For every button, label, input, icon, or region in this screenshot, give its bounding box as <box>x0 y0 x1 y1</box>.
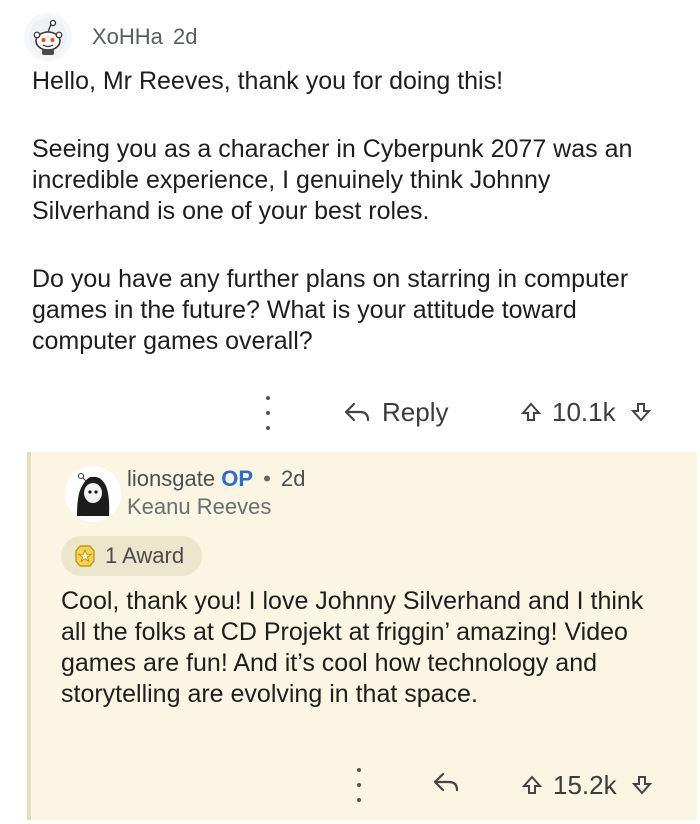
user-avatar-icon[interactable] <box>65 466 121 522</box>
comment-paragraph: Do you have any further plans on starrin… <box>32 265 629 355</box>
score: 10.1k <box>552 396 616 427</box>
vote-controls: 10.1k <box>520 393 652 431</box>
comment-age: 2d <box>173 24 198 49</box>
award-label: 1 Award <box>105 543 185 568</box>
reply-button[interactable]: Reply <box>342 393 448 431</box>
reply-vote-controls: 15.2k <box>521 766 653 804</box>
reply-age: 2d <box>280 466 306 491</box>
reply-arrow-icon <box>433 772 459 792</box>
reply-body: Cool, thank you! I love Johnny Silverhan… <box>61 587 644 708</box>
comment-body: Hello, Mr Reeves, thank you for doing th… <box>32 66 672 394</box>
username[interactable]: XoHHa <box>92 24 163 49</box>
reply-arrow-icon <box>344 402 370 422</box>
downvote-icon[interactable] <box>631 774 653 796</box>
reply-score: 15.2k <box>553 769 617 800</box>
comment-header: XoHHa 2d <box>24 12 198 62</box>
separator: • <box>263 466 271 491</box>
upvote-icon[interactable] <box>521 774 543 796</box>
reply-more-options-icon[interactable] <box>349 768 369 802</box>
reply-label: Reply <box>382 396 449 427</box>
comment-paragraph: Seeing you as a characher in Cyberpunk 2… <box>32 135 633 225</box>
reply-comment: lionsgate OP • 2d Keanu Reeves 1 Award C… <box>27 452 697 820</box>
reply-username-line: lionsgate OP • 2d <box>127 466 305 492</box>
comment-paragraph: Hello, Mr Reeves, thank you for doing th… <box>32 67 504 95</box>
reply-username[interactable]: lionsgate <box>127 466 215 491</box>
user-flair: Keanu Reeves <box>127 494 272 519</box>
award-badge[interactable]: 1 Award <box>61 536 203 576</box>
more-options-icon[interactable] <box>258 396 278 430</box>
op-badge: OP <box>221 466 253 491</box>
downvote-icon[interactable] <box>630 401 652 423</box>
award-star-icon <box>75 545 95 567</box>
username-line: XoHHa 2d <box>92 24 198 50</box>
upvote-icon[interactable] <box>520 401 542 423</box>
snoo-avatar-icon[interactable] <box>24 13 72 61</box>
reply-to-reply-button[interactable] <box>431 770 461 799</box>
